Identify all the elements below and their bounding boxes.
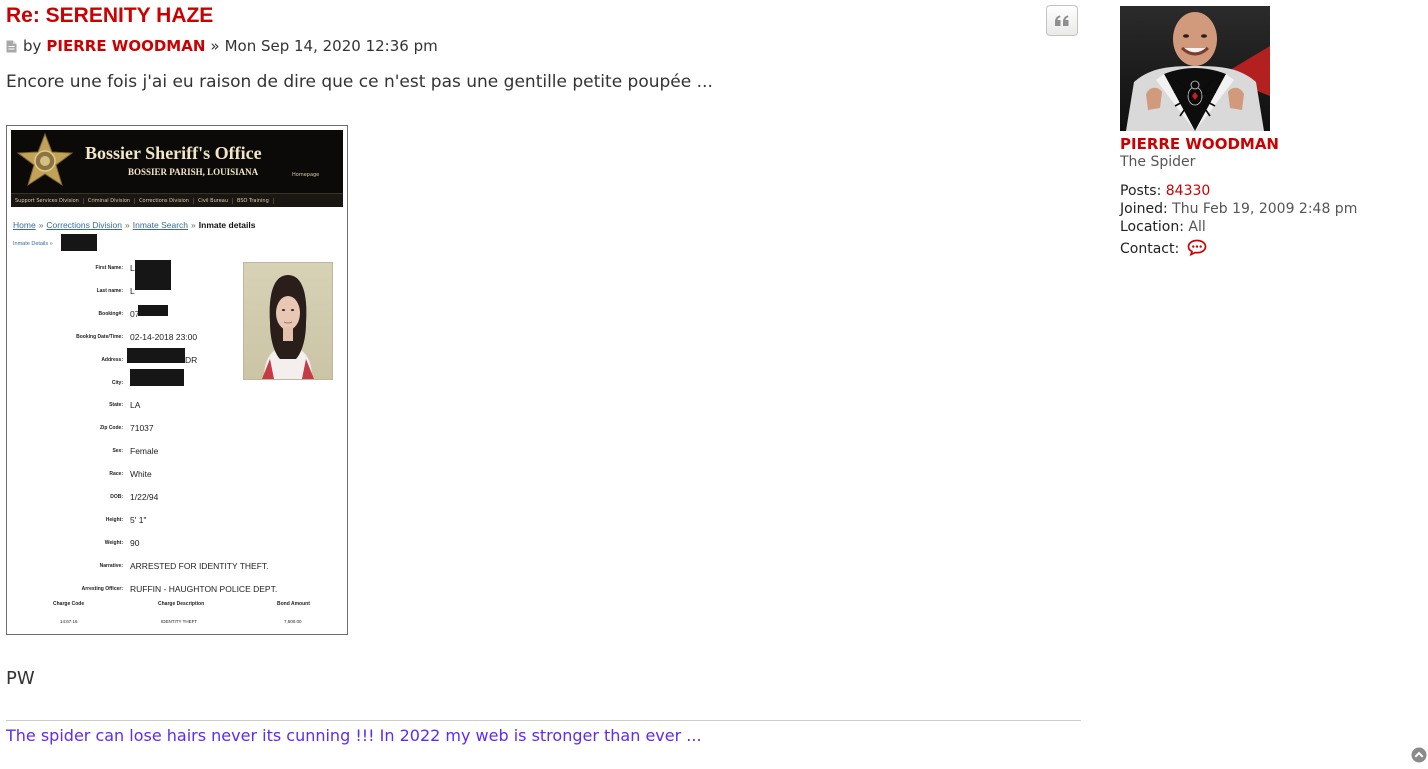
- sheriff-home-link: Homepage: [292, 172, 320, 178]
- charge-code-value: 14:67.16: [60, 619, 78, 624]
- inmate-field-value: 90: [130, 537, 140, 548]
- inmate-field-label: Sex:: [112, 448, 123, 455]
- profile-location: Location: All: [1120, 219, 1206, 235]
- bond-amount-value: 7,500.00: [284, 619, 302, 624]
- redaction-bar: [138, 305, 168, 316]
- joined-value: Thu Feb 19, 2009 2:48 pm: [1172, 201, 1358, 217]
- avatar-illustration: [1120, 6, 1270, 131]
- sheriff-office-title: Bossier Sheriff's Office: [85, 143, 262, 163]
- chevron-up-circle-icon[interactable]: [1411, 747, 1427, 763]
- bond-amount-header: Bond Amount: [277, 601, 310, 607]
- breadcrumb-corrections: Corrections Division: [46, 220, 123, 230]
- avatar[interactable]: [1120, 6, 1270, 131]
- inmate-field-label: Height:: [105, 516, 123, 523]
- inmate-field-value: 71037: [130, 423, 154, 434]
- sheriff-nav-item: Civil Bureau: [194, 197, 233, 204]
- post-file-icon[interactable]: [6, 40, 17, 53]
- sheriff-nav-item: Criminal Division: [84, 197, 136, 204]
- post-date: Mon Sep 14, 2020 12:36 pm: [224, 37, 438, 55]
- charge-code-header: Charge Code: [53, 601, 85, 607]
- inmate-field-label: Arresting Officer:: [81, 585, 123, 592]
- joined-label: Joined:: [1120, 201, 1168, 217]
- inmate-field-value: Female: [130, 446, 159, 457]
- inmate-field-value: White: [130, 469, 152, 480]
- contact-label: Contact:: [1120, 241, 1180, 257]
- sheriff-nav-item: Support Services Division: [11, 197, 84, 204]
- charge-description-value: IDENTITY THEFT: [161, 619, 198, 624]
- inmate-field-label: First Name:: [95, 265, 123, 271]
- inmate-field-label: Zip Code:: [99, 425, 123, 432]
- profile-contact: Contact:: [1120, 239, 1207, 257]
- inmate-details-crumb: Inmate Details »: [13, 241, 53, 247]
- inmate-breadcrumb: Home» Corrections Division» Inmate Search»…: [13, 220, 256, 230]
- inmate-field-value: 5' 1": [130, 514, 147, 525]
- inmate-field-label: Address:: [101, 356, 123, 363]
- inmate-photo-illustration: [262, 275, 314, 379]
- inmate-field-label: Race:: [109, 471, 123, 478]
- breadcrumb-home: Home: [13, 220, 36, 230]
- inmate-field-value: LA: [130, 400, 141, 411]
- inmate-field-value: 1/22/94: [130, 492, 159, 502]
- location-label: Location:: [1120, 219, 1184, 235]
- charge-description-header: Charge Description: [158, 601, 205, 607]
- inmate-field-label: Weight:: [104, 539, 123, 546]
- sheriff-nav-item: BSO Training: [233, 197, 274, 204]
- by-label: by: [23, 37, 42, 55]
- inmate-field-label: DOB:: [110, 494, 123, 500]
- speech-bubble-icon[interactable]: [1187, 239, 1207, 257]
- inmate-field-value: DR: [185, 354, 198, 365]
- profile-joined: Joined: Thu Feb 19, 2009 2:48 pm: [1120, 201, 1357, 217]
- breadcrumb-current: Inmate details: [198, 220, 256, 230]
- redaction-bar: [135, 260, 171, 290]
- breadcrumb-inmate-search: Inmate Search: [132, 220, 189, 230]
- date-separator: »: [210, 37, 220, 55]
- inmate-photo: [243, 262, 333, 380]
- signature-text: The spider can lose hairs never its cunn…: [6, 726, 702, 745]
- post-author-link[interactable]: PIERRE WOODMAN: [46, 37, 205, 55]
- profile-posts: Posts: 84330: [1120, 183, 1210, 199]
- post-closing: PW: [6, 668, 35, 689]
- profile-rank: The Spider: [1120, 154, 1196, 170]
- inmate-field-label: Narrative:: [99, 562, 123, 569]
- sheriff-badge-icon: [16, 132, 74, 187]
- location-value: All: [1188, 219, 1206, 235]
- sheriff-banner: Bossier Sheriff's Office BOSSIER PARISH,…: [11, 130, 343, 207]
- attached-image[interactable]: Bossier Sheriff's Office BOSSIER PARISH,…: [6, 125, 348, 635]
- inmate-field-value: 02-14-2018 23:00: [130, 331, 198, 342]
- inmate-field-label: Booking#:: [98, 310, 123, 317]
- sheriff-office-subtitle: BOSSIER PARISH, LOUISIANA: [128, 167, 259, 177]
- posts-label: Posts:: [1120, 183, 1162, 199]
- inmate-field-label: Booking Date/Time:: [76, 333, 123, 340]
- inmate-field-label: Last name:: [96, 287, 123, 294]
- signature-divider: [6, 720, 1081, 721]
- inmate-field-value: ARRESTED FOR IDENTITY THEFT.: [130, 560, 269, 571]
- inmate-field-label: City:: [111, 379, 123, 386]
- quote-button[interactable]: [1046, 5, 1078, 36]
- quote-icon: [1055, 15, 1069, 26]
- profile-username[interactable]: PIERRE WOODMAN: [1120, 135, 1279, 153]
- sheriff-nav: Support Services Division Criminal Divis…: [11, 193, 343, 207]
- sheriff-nav-item: Corrections Division: [135, 197, 194, 204]
- post-meta: by PIERRE WOODMAN » Mon Sep 14, 2020 12:…: [6, 37, 438, 55]
- post-title[interactable]: Re: SERENITY HAZE: [6, 4, 213, 28]
- redaction-bar: [130, 369, 184, 386]
- posts-count-link[interactable]: 84330: [1166, 183, 1211, 199]
- post-body-text: Encore une fois j'ai eu raison de dire q…: [6, 72, 713, 92]
- inmate-field-label: State:: [109, 402, 123, 409]
- redaction-bar: [127, 348, 185, 363]
- redaction-bar: [61, 234, 97, 251]
- inmate-field-value: RUFFIN - HAUGHTON POLICE DEPT.: [130, 583, 278, 594]
